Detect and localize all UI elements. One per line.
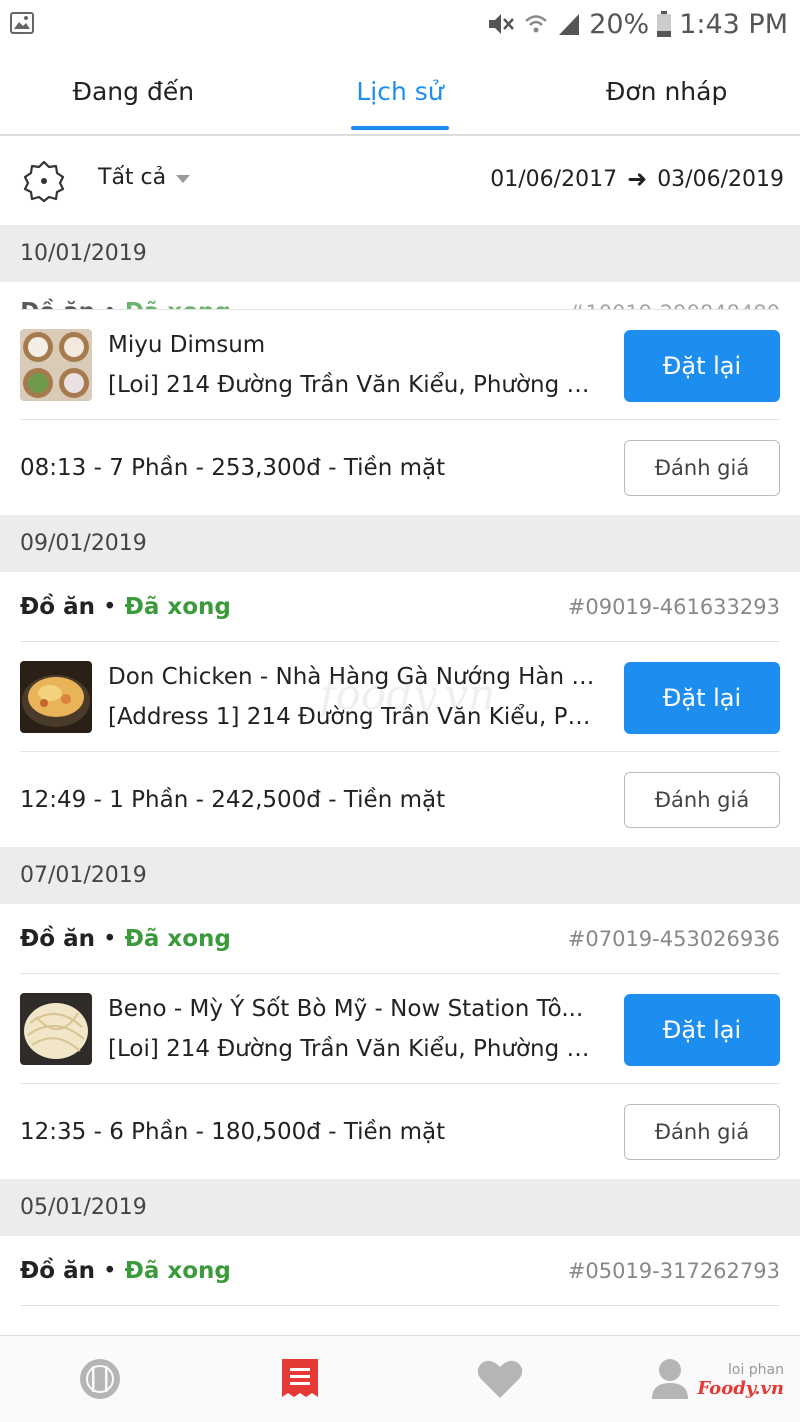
nav-favorites[interactable] xyxy=(400,1336,600,1422)
mute-icon xyxy=(489,14,515,34)
separator-dot: • xyxy=(102,925,117,952)
order-id: #05019-317262793 xyxy=(567,1258,780,1283)
order-status: Đã xong xyxy=(124,925,231,952)
restaurant-name: Don Chicken - Nhà Hàng Gà Nướng Hàn Q... xyxy=(108,663,602,690)
reorder-button[interactable]: Đặt lại xyxy=(624,330,780,402)
order-summary: 08:13 - 7 Phần - 253,300đ - Tiền mặt xyxy=(20,454,446,481)
order-summary-row: 12:35 - 6 Phần - 180,500đ - Tiền mặt Đán… xyxy=(20,1084,780,1179)
chevron-down-icon xyxy=(176,174,191,183)
wifi-icon xyxy=(525,15,548,33)
account-name: loi phan xyxy=(727,1362,784,1378)
account-icon xyxy=(652,1359,688,1399)
filter-selected-label: Tất cả xyxy=(98,165,167,190)
date-header: 10/01/2019 xyxy=(0,225,800,282)
order-category: Đồ ăn xyxy=(20,593,95,620)
date-from: 01/06/2017 xyxy=(490,166,618,192)
order-summary-row: 12:49 - 1 Phần - 242,500đ - Tiền mặt Đán… xyxy=(20,752,780,847)
order-status: Đã xong xyxy=(124,593,231,620)
status-time: 1:43 PM xyxy=(679,8,788,40)
restaurant-name: Miyu Dimsum xyxy=(108,331,266,358)
tab-upcoming[interactable]: Đang đến xyxy=(0,48,267,134)
nav-orders[interactable] xyxy=(200,1336,400,1422)
battery-percent: 20% xyxy=(589,8,650,40)
order-status-row: Đồ ăn • Đã xong #07019-453026936 xyxy=(20,904,780,974)
order-status-row: Đồ ăn • Đã xong #10019-290848480 xyxy=(20,282,780,310)
arrow-right-icon: ➜ xyxy=(627,165,648,193)
reorder-button[interactable]: Đặt lại xyxy=(624,662,780,734)
delivery-address: [Loi] 214 Đường Trần Văn Kiểu, Phường 1.… xyxy=(108,371,602,398)
order-summary: 12:49 - 1 Phần - 242,500đ - Tiền mặt xyxy=(20,786,446,813)
separator-dot: • xyxy=(102,1257,117,1284)
gear-icon[interactable] xyxy=(22,159,66,203)
tab-history[interactable]: Lịch sử xyxy=(267,48,534,134)
order-tabs: Đang đến Lịch sử Đơn nháp xyxy=(0,48,800,136)
favorites-icon xyxy=(477,1360,523,1398)
gallery-notification-icon xyxy=(10,12,34,34)
order-status: Đã xong xyxy=(124,1257,231,1284)
order-status-row: Đồ ăn • Đã xong #05019-317262793 xyxy=(20,1236,780,1306)
restaurant-thumbnail xyxy=(20,992,92,1065)
rate-button[interactable]: Đánh giá xyxy=(624,1104,780,1160)
order-summary-row: 08:13 - 7 Phần - 253,300đ - Tiền mặt Đán… xyxy=(20,420,780,515)
restaurant-info: Beno - Mỳ Ý Sốt Bò Mỹ - Now Station Tô..… xyxy=(108,989,602,1069)
order-status: Đã xong xyxy=(125,299,231,309)
brand-logo: Foody.vn xyxy=(697,1378,784,1399)
order-id: #09019-461633293 xyxy=(567,594,780,619)
rate-button[interactable]: Đánh giá xyxy=(624,440,780,496)
date-range-picker[interactable]: 01/06/2017 ➜ 03/06/2019 xyxy=(490,165,784,193)
bottom-navigation: loi phan Foody.vn xyxy=(0,1335,800,1422)
restaurant-name: Beno - Mỳ Ý Sốt Bò Mỹ - Now Station Tô..… xyxy=(108,995,584,1022)
reorder-button[interactable]: Đặt lại xyxy=(624,994,780,1066)
orders-icon xyxy=(282,1359,318,1397)
order-category: Đồ ăn xyxy=(20,1257,95,1284)
order-history-list[interactable]: 10/01/2019 Đồ ăn • Đã xong #10019-29084848… xyxy=(0,225,800,1335)
filter-bar: Tất cả 01/06/2017 ➜ 03/06/2019 xyxy=(0,137,800,225)
order-category: Đồ ăn xyxy=(20,299,95,309)
date-header: 07/01/2019 xyxy=(0,847,800,904)
restaurant-thumbnail xyxy=(20,660,92,733)
order-id: #07019-453026936 xyxy=(567,926,780,951)
nav-account[interactable]: loi phan Foody.vn xyxy=(600,1336,800,1422)
account-label: loi phan Foody.vn xyxy=(697,1362,784,1399)
restaurant-icon xyxy=(80,1359,120,1399)
separator-dot: • xyxy=(102,593,117,620)
order-category: Đồ ăn xyxy=(20,925,95,952)
order-summary: 12:35 - 6 Phần - 180,500đ - Tiền mặt xyxy=(20,1118,446,1145)
date-to: 03/06/2019 xyxy=(657,166,784,192)
restaurant-info: Miyu Dimsum [Loi] 214 Đường Trần Văn Kiể… xyxy=(108,325,602,405)
order-restaurant-row[interactable]: Beno - Mỳ Ý Sốt Bò Mỹ - Now Station Tô..… xyxy=(20,974,780,1084)
nav-restaurants[interactable] xyxy=(0,1336,200,1422)
filter-dropdown[interactable]: Tất cả xyxy=(98,165,191,190)
date-header: 05/01/2019 xyxy=(0,1179,800,1236)
delivery-address: [Loi] 214 Đường Trần Văn Kiểu, Phường 1.… xyxy=(108,1035,602,1062)
status-bar: 20% 1:43 PM xyxy=(0,0,800,48)
order-status-row: Đồ ăn • Đã xong #09019-461633293 xyxy=(20,572,780,642)
delivery-address: [Address 1] 214 Đường Trần Văn Kiểu, Phư… xyxy=(108,703,602,730)
restaurant-info: Don Chicken - Nhà Hàng Gà Nướng Hàn Q...… xyxy=(108,657,602,737)
tab-drafts[interactable]: Đơn nháp xyxy=(533,48,800,134)
separator-dot: • xyxy=(103,299,117,309)
signal-icon xyxy=(559,14,580,35)
rate-button[interactable]: Đánh giá xyxy=(624,772,780,828)
order-restaurant-row[interactable]: Miyu Dimsum [Loi] 214 Đường Trần Văn Kiể… xyxy=(20,310,780,420)
order-restaurant-row[interactable]: Don Chicken - Nhà Hàng Gà Nướng Hàn Q...… xyxy=(20,642,780,752)
order-id: #10019-290848480 xyxy=(568,301,780,309)
date-header: 09/01/2019 xyxy=(0,515,800,572)
battery-icon xyxy=(657,11,672,37)
restaurant-thumbnail xyxy=(20,328,92,401)
